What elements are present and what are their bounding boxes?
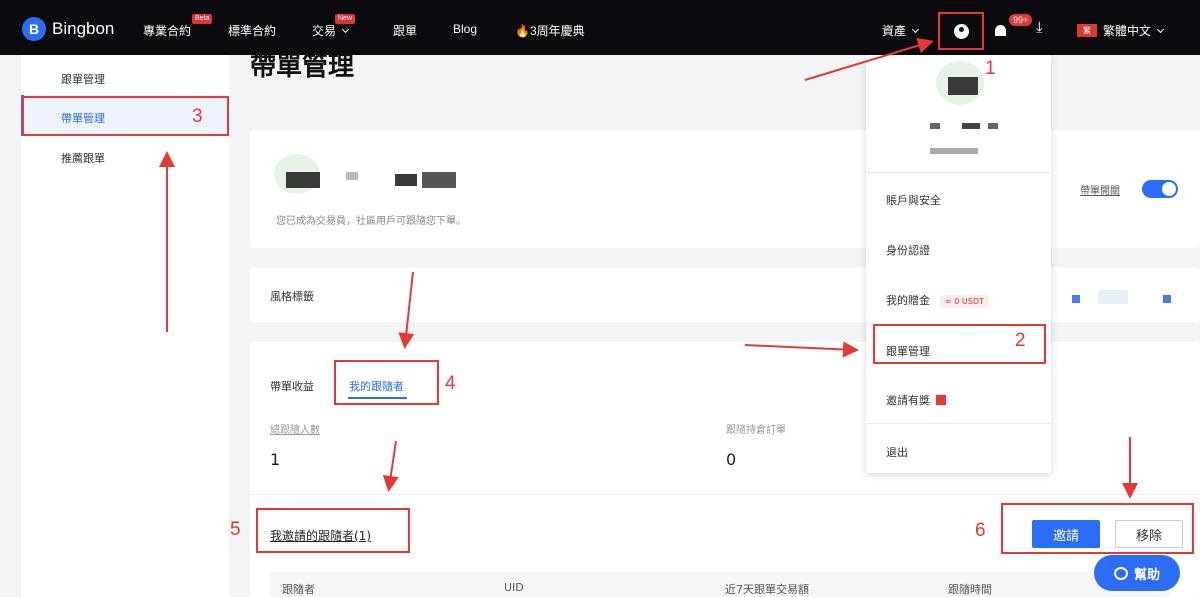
annotation-arrow-4 <box>398 271 415 349</box>
annotation-arrow-1 <box>804 37 934 81</box>
annotation-arrows <box>159 37 1138 499</box>
annotation-arrow-5 <box>382 440 399 492</box>
annotation-arrow-2 <box>744 341 859 358</box>
